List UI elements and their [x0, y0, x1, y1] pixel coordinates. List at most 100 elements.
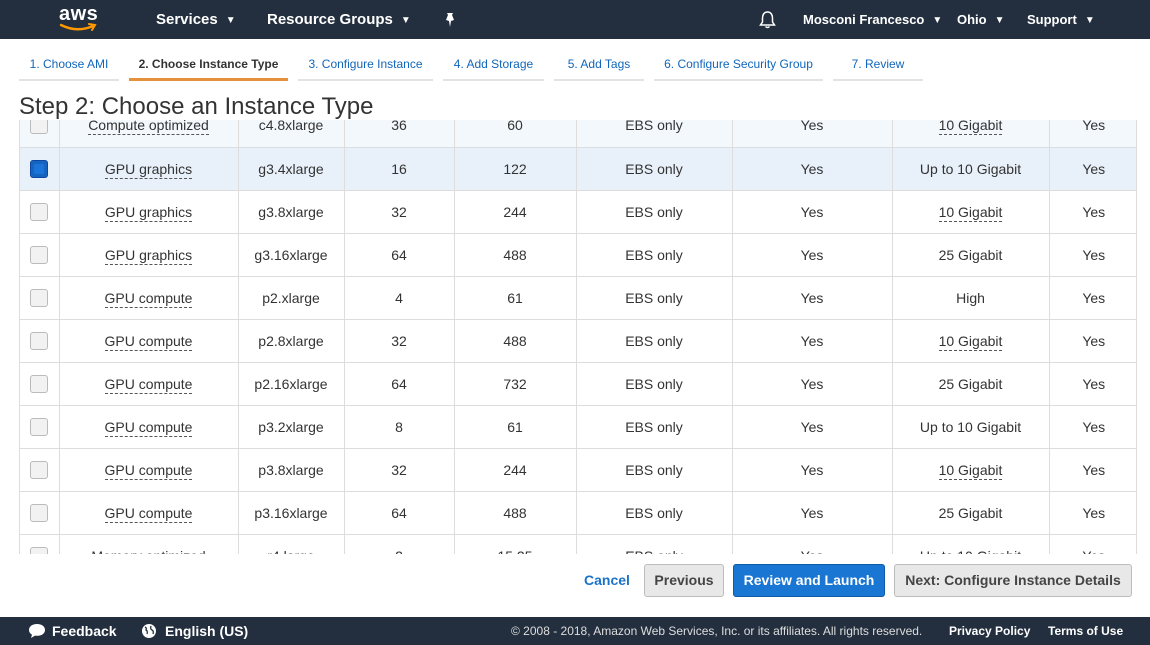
row-checkbox[interactable]	[30, 288, 49, 307]
family-value[interactable]: GPU graphics	[104, 160, 193, 179]
table-row[interactable]: GPU compute p3.16xlarge 64 488 EBS only Yes 25…	[20, 491, 1136, 535]
tab-configure-security-group[interactable]: 6. Configure Security Group	[654, 51, 823, 81]
cell-network: 10 Gigabit	[892, 120, 1050, 148]
family-value[interactable]: GPU compute	[104, 375, 193, 394]
family-value[interactable]: Compute optimized	[88, 120, 209, 136]
table-row[interactable]: GPU compute p2.xlarge 4 61 EBS only Yes High Ye…	[20, 276, 1136, 320]
row-checkbox[interactable]	[30, 374, 49, 393]
family-value[interactable]: GPU graphics	[104, 203, 193, 222]
table-row[interactable]: GPU compute p3.2xlarge 8 61 EBS only Yes Up to…	[20, 405, 1136, 449]
row-checkbox[interactable]	[30, 202, 49, 221]
table-row[interactable]: GPU graphics g3.8xlarge 32 244 EBS only Yes 10…	[20, 190, 1136, 234]
terms-of-use-link[interactable]: Terms of Use	[1048, 617, 1123, 645]
chevron-down-icon: ▼	[994, 15, 1005, 26]
family-value[interactable]: GPU compute	[104, 289, 193, 308]
review-and-launch-button[interactable]: Review and Launch	[733, 564, 885, 597]
tab-choose-instance-type[interactable]: 2. Choose Instance Type	[129, 51, 288, 81]
cell-storage: EBS only	[576, 319, 733, 363]
bell-icon[interactable]	[759, 0, 776, 39]
pin-icon[interactable]	[443, 0, 457, 39]
row-checkbox[interactable]	[30, 460, 49, 479]
family-value[interactable]: Memory optimized	[91, 547, 206, 554]
network-value: 25 Gigabit	[938, 504, 1003, 521]
storage-value: EBS only	[625, 203, 683, 220]
services-menu[interactable]: Services ▼	[156, 0, 236, 39]
aws-logo[interactable]: aws	[59, 3, 103, 35]
table-row[interactable]: GPU compute p2.16xlarge 64 732 EBS only Yes 25…	[20, 362, 1136, 406]
cell-type: p2.16xlarge	[238, 362, 345, 406]
cell-vcpus: 64	[344, 362, 455, 406]
network-value[interactable]: 10 Gigabit	[938, 332, 1003, 351]
region-menu[interactable]: Ohio ▼	[957, 0, 1005, 39]
storage-value: EBS only	[625, 548, 683, 555]
ipv6-value: Yes	[1082, 548, 1105, 555]
support-label: Support	[1027, 12, 1077, 27]
family-value[interactable]: GPU graphics	[104, 246, 193, 265]
table-row[interactable]: GPU compute p2.8xlarge 32 488 EBS only Yes 10 …	[20, 319, 1136, 363]
cell-storage: EBS only	[576, 190, 733, 234]
type-value: r4.large	[267, 548, 314, 555]
cell-storage: EBS only	[576, 534, 733, 555]
feedback-link[interactable]: Feedback	[28, 617, 117, 645]
services-label: Services	[156, 11, 218, 28]
cell-storage: EBS only	[576, 147, 733, 191]
table-row[interactable]: Memory optimized r4.large 2 15.25 EBS only Ye…	[20, 534, 1136, 555]
ebs-optimized-value: Yes	[800, 203, 824, 220]
row-checkbox[interactable]	[30, 120, 49, 135]
cell-memory: 244	[454, 448, 577, 492]
row-checkbox[interactable]	[30, 503, 49, 522]
language-selector[interactable]: English (US)	[141, 617, 248, 645]
row-checkbox[interactable]	[30, 546, 49, 554]
family-value[interactable]: GPU compute	[104, 461, 193, 480]
feedback-label: Feedback	[52, 623, 117, 639]
cell-storage: EBS only	[576, 233, 733, 277]
cell-vcpus: 36	[344, 120, 455, 148]
table-row[interactable]: GPU compute p3.8xlarge 32 244 EBS only Yes 10 …	[20, 448, 1136, 492]
network-value[interactable]: 10 Gigabit	[938, 461, 1003, 480]
tab-add-storage[interactable]: 4. Add Storage	[443, 51, 544, 81]
cell-storage: EBS only	[576, 491, 733, 535]
tab-add-tags[interactable]: 5. Add Tags	[554, 51, 644, 81]
row-checkbox[interactable]	[30, 245, 49, 264]
network-value[interactable]: 10 Gigabit	[938, 203, 1003, 222]
previous-button[interactable]: Previous	[644, 564, 724, 597]
family-value[interactable]: GPU compute	[104, 332, 193, 351]
chevron-down-icon: ▼	[932, 15, 943, 26]
row-checkbox[interactable]	[30, 159, 49, 178]
row-select-cell	[20, 405, 60, 449]
vcpus-value: 16	[391, 160, 407, 177]
cell-storage: EBS only	[576, 405, 733, 449]
cell-family: GPU compute	[59, 405, 239, 449]
cell-family: GPU compute	[59, 319, 239, 363]
table-row[interactable]: GPU graphics g3.16xlarge 64 488 EBS only Yes 2…	[20, 233, 1136, 277]
cell-type: p2.xlarge	[238, 276, 345, 320]
cell-memory: 488	[454, 319, 577, 363]
tab-configure-instance[interactable]: 3. Configure Instance	[298, 51, 433, 81]
ipv6-value: Yes	[1082, 504, 1106, 521]
family-value[interactable]: GPU compute	[104, 418, 193, 437]
table-row[interactable]: Compute optimized c4.8xlarge 36 60 EBS only Y…	[20, 120, 1136, 148]
tab-choose-ami[interactable]: 1. Choose AMI	[19, 51, 119, 81]
support-menu[interactable]: Support ▼	[1027, 0, 1095, 39]
user-menu[interactable]: Mosconi Francesco ▼	[803, 0, 942, 39]
network-value: Up to 10 Gigabit	[919, 160, 1022, 177]
cell-type: p3.16xlarge	[238, 491, 345, 535]
next-configure-instance-details-button[interactable]: Next: Configure Instance Details	[894, 564, 1132, 597]
cell-family: GPU compute	[59, 276, 239, 320]
network-value[interactable]: 10 Gigabit	[938, 120, 1003, 136]
privacy-policy-link[interactable]: Privacy Policy	[949, 617, 1030, 645]
cell-network: 25 Gigabit	[892, 491, 1050, 535]
tab-review[interactable]: 7. Review	[833, 51, 923, 81]
family-value[interactable]: GPU compute	[104, 504, 193, 523]
row-checkbox[interactable]	[30, 331, 49, 350]
row-checkbox[interactable]	[30, 417, 49, 436]
instance-type-table[interactable]: Compute optimized c4.8xlarge 36 60 EBS only Y…	[19, 120, 1137, 554]
cancel-button[interactable]: Cancel	[577, 564, 637, 597]
network-value: High	[956, 289, 985, 306]
storage-value: EBS only	[625, 332, 683, 349]
cell-family: GPU compute	[59, 491, 239, 535]
row-select-cell	[20, 147, 60, 191]
cell-memory: 732	[454, 362, 577, 406]
resource-groups-menu[interactable]: Resource Groups ▼	[267, 0, 411, 39]
table-row[interactable]: GPU graphics g3.4xlarge 16 122 EBS only Yes Up…	[20, 147, 1136, 191]
